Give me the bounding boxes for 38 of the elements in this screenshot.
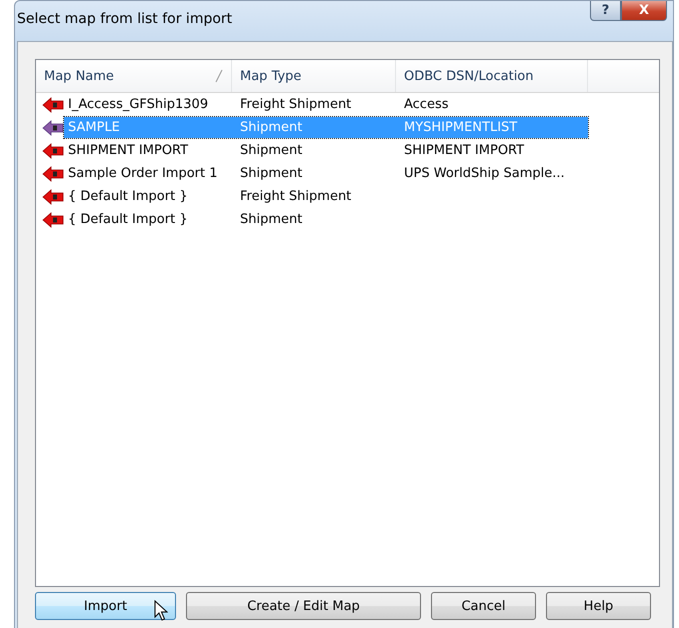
list-row[interactable]: Sample Order Import 1 Shipment UPS WorldShip Sample... (64, 163, 588, 184)
table-cell-text: I_Access_GFShip1309 (67, 97, 210, 112)
table-cell-text: Shipment (239, 166, 304, 181)
arrow-icon (42, 166, 64, 182)
column-header[interactable]: Map Name (36, 60, 232, 92)
arrow-icon (42, 120, 64, 136)
table-cell-text: Shipment (239, 120, 304, 135)
dialog-button[interactable]: Import (35, 592, 176, 620)
list-row[interactable]: I_Access_GFShip1309 Freight Shipment Access (64, 94, 588, 115)
table-cell-text: { Default Import } (67, 189, 189, 204)
table-cell-text: UPS WorldShip Sample... (403, 166, 566, 181)
arrow-icon (42, 96, 64, 112)
table-cell-text: SHIPMENT IMPORT (67, 143, 190, 158)
table-cell-text: Access (403, 97, 450, 112)
list-row[interactable]: { Default Import } Shipment (64, 209, 588, 230)
table-cell-text: SAMPLE (67, 120, 121, 135)
arrow-icon (42, 142, 64, 158)
table-cell-text: Freight Shipment (239, 189, 352, 204)
arrow-icon (42, 212, 64, 228)
table-cell-text: Sample Order Import 1 (67, 166, 218, 181)
table-cell-text: Shipment (239, 143, 304, 158)
table-cell-text: SHIPMENT IMPORT (403, 143, 526, 158)
table-cell-text: { Default Import } (67, 212, 189, 227)
cursor-icon (154, 600, 168, 622)
dialog-button[interactable]: Help (546, 592, 651, 620)
table-cell-text: MYSHIPMENTLIST (403, 120, 518, 135)
table-cell-text: Shipment (239, 212, 304, 227)
list-row[interactable]: { Default Import } Freight Shipment (64, 186, 588, 207)
arrow-icon (42, 188, 64, 204)
help-button[interactable]: ? (590, 1, 621, 21)
dialog-button[interactable]: Create / Edit Map (186, 592, 421, 620)
dialog-button[interactable]: Cancel (431, 592, 536, 620)
table-cell-text: Freight Shipment (239, 97, 352, 112)
column-header[interactable]: ODBC DSN/Location (396, 60, 588, 92)
close-button[interactable]: X (621, 1, 667, 21)
list-row[interactable]: SHIPMENT IMPORT Shipment SHIPMENT IMPORT (64, 140, 588, 161)
window-title: Select map from list for import (17, 11, 232, 27)
column-header[interactable]: Map Type (232, 60, 396, 92)
